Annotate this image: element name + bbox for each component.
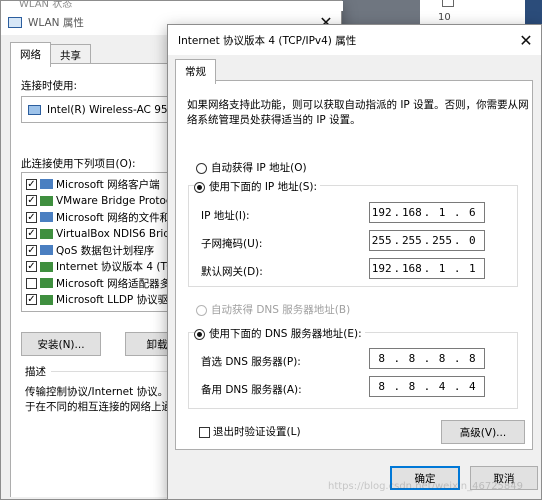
manual-ip-radio[interactable] bbox=[194, 181, 205, 193]
manual-dns-option[interactable]: 使用下面的 DNS 服务器地址(E): bbox=[194, 326, 365, 341]
ipv4-properties-dialog: Internet 协议版本 4 (TCP/IPv4) 属性 ✕ 常规 如果网络支… bbox=[167, 24, 542, 500]
checkbox[interactable]: ✓ bbox=[26, 244, 37, 256]
protocol-icon bbox=[40, 228, 53, 239]
ipv4-close-button[interactable]: ✕ bbox=[511, 25, 541, 55]
validate-option[interactable]: 退出时验证设置(L) bbox=[199, 424, 301, 439]
tab-general[interactable]: 常规 bbox=[175, 59, 216, 84]
preferred-dns-field[interactable]: 8. 8. 8. 8 bbox=[369, 348, 485, 369]
description-label: 描述 bbox=[25, 366, 46, 378]
background-app-number: 10 bbox=[438, 12, 451, 23]
intro-line1: 如果网络支持此功能，则可以获取自动指派的 IP 设置。否则，你需要从网 bbox=[187, 99, 529, 111]
protocol-icon bbox=[40, 278, 53, 289]
watermark: https://blog.csdn.net/weixin_46725849 bbox=[328, 481, 524, 492]
manual-ip-option[interactable]: 使用下面的 IP 地址(S): bbox=[194, 179, 320, 194]
preferred-dns-label: 首选 DNS 服务器(P): bbox=[201, 356, 301, 368]
checkbox[interactable]: ✓ bbox=[26, 261, 37, 273]
connect-using-label: 连接时使用: bbox=[21, 80, 78, 92]
protocol-icon bbox=[40, 195, 53, 206]
intro-line2: 络系统管理员处获得适当的 IP 设置。 bbox=[187, 114, 361, 126]
ip-address-label: IP 地址(I): bbox=[201, 210, 250, 222]
auto-dns-option[interactable]: 自动获得 DNS 服务器地址(B) bbox=[196, 302, 350, 317]
ipv4-dialog-title: Internet 协议版本 4 (TCP/IPv4) 属性 bbox=[178, 34, 357, 47]
checkbox[interactable]: ✓ bbox=[26, 211, 37, 223]
install-button[interactable]: 安装(N)... bbox=[21, 332, 101, 356]
auto-dns-radio[interactable] bbox=[196, 304, 207, 316]
auto-ip-option[interactable]: 自动获得 IP 地址(O) bbox=[196, 160, 307, 175]
adapter-icon bbox=[28, 104, 41, 115]
auto-ip-radio[interactable] bbox=[196, 162, 207, 174]
subnet-mask-field[interactable]: 255. 255. 255. 0 bbox=[369, 230, 485, 251]
service-icon bbox=[40, 212, 53, 223]
manual-dns-group bbox=[188, 332, 518, 409]
wlan-dialog-title: WLAN 属性 bbox=[28, 16, 84, 29]
alternate-dns-label: 备用 DNS 服务器(A): bbox=[201, 384, 302, 396]
checkbox[interactable]: ✓ bbox=[26, 294, 37, 306]
advanced-button[interactable]: 高级(V)... bbox=[441, 420, 525, 444]
service-icon bbox=[40, 245, 53, 256]
subnet-mask-label: 子网掩码(U): bbox=[201, 238, 263, 250]
ipv4-general-panel: 如果网络支持此功能，则可以获取自动指派的 IP 设置。否则，你需要从网 络系统管… bbox=[175, 80, 533, 450]
validate-checkbox[interactable] bbox=[199, 426, 210, 438]
alternate-dns-field[interactable]: 8. 8. 4. 4 bbox=[369, 376, 485, 397]
background-app-icon bbox=[442, 0, 454, 7]
checkbox[interactable]: ✓ bbox=[26, 195, 37, 207]
checkbox[interactable]: ✓ bbox=[26, 178, 37, 190]
ip-address-field[interactable]: 192. 168. 1. 6 bbox=[369, 202, 485, 223]
tab-network[interactable]: 网络 bbox=[10, 42, 51, 67]
protocol-icon bbox=[40, 294, 53, 305]
protocol-icon bbox=[40, 261, 53, 272]
checkbox[interactable] bbox=[26, 277, 37, 289]
default-gateway-label: 默认网关(D): bbox=[201, 266, 263, 278]
manual-dns-radio[interactable] bbox=[194, 328, 205, 340]
items-label: 此连接使用下列项目(O): bbox=[21, 158, 136, 170]
network-icon bbox=[8, 16, 22, 28]
ipv4-titlebar[interactable]: Internet 协议版本 4 (TCP/IPv4) 属性 ✕ bbox=[168, 25, 541, 55]
default-gateway-field[interactable]: 192. 168. 1. 1 bbox=[369, 258, 485, 279]
adapter-name: Intel(R) Wireless-AC 9560 bbox=[47, 103, 181, 116]
client-icon bbox=[40, 179, 53, 190]
checkbox[interactable]: ✓ bbox=[26, 228, 37, 240]
